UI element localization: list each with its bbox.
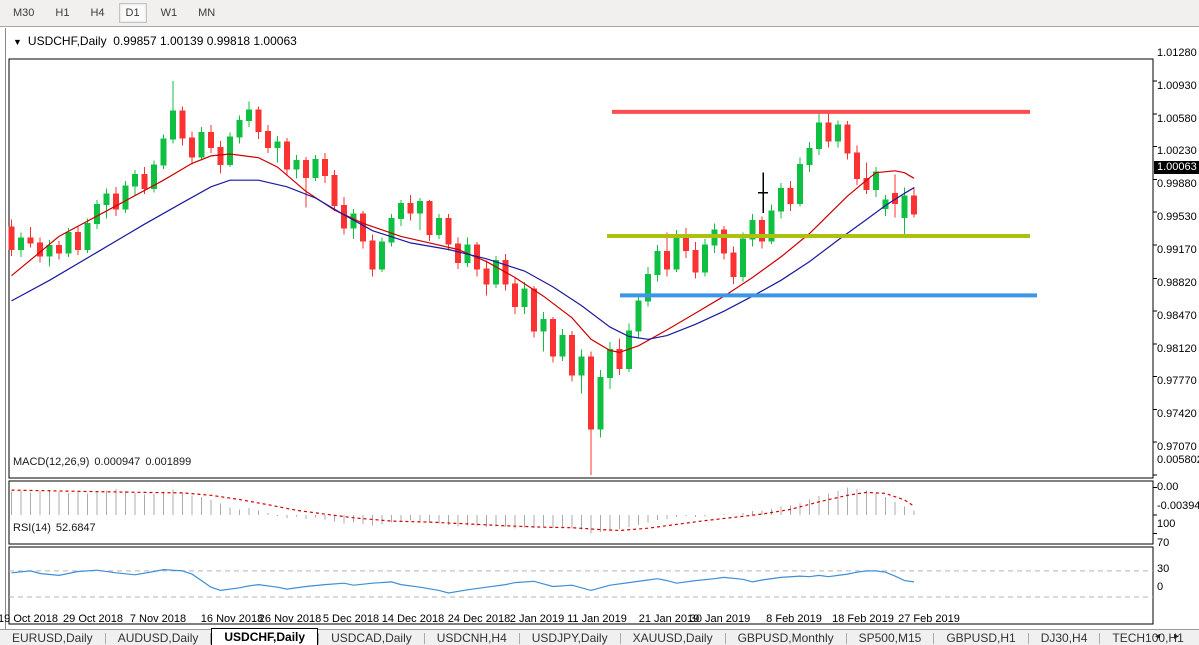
date-axis-label: 5 Dec 2018 — [323, 613, 379, 625]
rsi-axis-label: 0 — [1157, 581, 1163, 593]
chart-title: ▼ USDCHF,Daily 0.99857 1.00139 0.99818 1.… — [13, 34, 297, 48]
window-left-edge — [5, 28, 6, 629]
rsi-indicator-label: RSI(14) 52.6847 — [13, 522, 101, 534]
rsi-name: RSI(14) — [13, 522, 51, 534]
trading-platform-window: M30 H1 H4 D1 W1 MN ▼ USDCHF,Daily 0.99857 1.00… — [0, 0, 1199, 645]
chart-window[interactable] — [0, 28, 1199, 629]
macd-indicator-label: MACD(12,26,9) 0.000947 0.001899 — [13, 456, 196, 468]
timeframe-button-d1[interactable]: D1 — [119, 3, 147, 23]
price-axis-label: 0.97770 — [1157, 375, 1197, 387]
rsi-axis-label: 30 — [1157, 563, 1169, 575]
tab-scroll-right-icon[interactable]: ▸ — [1174, 631, 1193, 642]
chart-tab-gbpusd-h1[interactable]: GBPUSD,H1 — [934, 630, 1027, 645]
timeframe-button-mn[interactable]: MN — [191, 3, 222, 23]
date-axis-label: 26 Nov 2018 — [259, 613, 321, 625]
chart-tab-usdcnh-h4[interactable]: USDCNH,H4 — [425, 630, 519, 645]
macd-histogram — [12, 488, 915, 534]
chart-symbol-label: USDCHF,Daily — [28, 34, 107, 48]
timeframe-button-w1[interactable]: W1 — [154, 3, 185, 23]
chart-tab-sp500-m15[interactable]: SP500,M15 — [847, 630, 934, 645]
timeframe-button-h1[interactable]: H1 — [48, 3, 76, 23]
cross-marker — [758, 173, 768, 213]
chart-tab-usdjpy-daily[interactable]: USDJPY,Daily — [520, 630, 620, 645]
date-axis-label: 2 Jan 2019 — [510, 613, 564, 625]
tab-scroll-arrows: ◂▸ — [1155, 631, 1193, 642]
candles-group — [9, 81, 917, 475]
date-axis-label: 18 Feb 2019 — [832, 613, 894, 625]
chart-collapse-icon[interactable]: ▼ — [13, 37, 22, 47]
tab-scroll-left-icon[interactable]: ◂ — [1155, 631, 1174, 642]
macd-axis-label: -0.003945 — [1157, 500, 1199, 512]
macd-axis-label: 0.005802 — [1157, 454, 1199, 466]
chart-ohlc-values: 0.99857 1.00139 0.99818 1.00063 — [113, 34, 297, 48]
price-axis-label: 0.99530 — [1157, 211, 1197, 223]
rsi-value: 52.6847 — [56, 522, 96, 534]
date-axis-label: 24 Dec 2018 — [448, 613, 510, 625]
rsi-line — [12, 570, 915, 593]
price-axis-label: 1.00930 — [1157, 80, 1197, 92]
price-axis-label: 0.98120 — [1157, 343, 1197, 355]
timeframe-button-h4[interactable]: H4 — [83, 3, 111, 23]
timeframe-button-m30[interactable]: M30 — [6, 3, 41, 23]
date-axis-label: 14 Dec 2018 — [382, 613, 444, 625]
chart-tab-usdchf-daily[interactable]: USDCHF,Daily — [211, 628, 318, 645]
date-axis-label: 29 Oct 2018 — [63, 613, 123, 625]
price-axis-label: 0.97070 — [1157, 441, 1197, 453]
date-axis-label: 30 Jan 2019 — [690, 613, 751, 625]
date-axis-label: 7 Nov 2018 — [130, 613, 186, 625]
price-axis-label: 1.01280 — [1157, 47, 1197, 59]
date-axis-label: 16 Nov 2018 — [201, 613, 263, 625]
macd-name: MACD(12,26,9) — [13, 456, 89, 468]
macd-main-value: 0.000947 — [94, 456, 140, 468]
date-axis-label: 11 Jan 2019 — [567, 613, 627, 625]
price-axis-label: 0.98820 — [1157, 277, 1197, 289]
chart-tab-xauusd-daily[interactable]: XAUUSD,Daily — [621, 630, 725, 645]
chart-tab-eurusd-daily[interactable]: EURUSD,Daily — [0, 630, 105, 645]
symbol-tab-bar: EURUSD,DailyAUDUSD,DailyUSDCHF,DailyUSDC… — [0, 629, 1199, 645]
current-price-tag: 1.00063 — [1154, 161, 1199, 174]
macd-signal-line — [12, 490, 915, 530]
date-axis-label: 19 Oct 2018 — [0, 613, 58, 625]
price-axis-label: 1.00580 — [1157, 113, 1197, 125]
price-axis-label: 0.99170 — [1157, 244, 1197, 256]
price-axis-label: 0.99880 — [1157, 178, 1197, 190]
rsi-axis-label: 70 — [1157, 537, 1169, 549]
price-axis-label: 1.00230 — [1157, 145, 1197, 157]
price-axis-label: 0.98470 — [1157, 310, 1197, 322]
chart-tab-usdcad-daily[interactable]: USDCAD,Daily — [319, 630, 424, 645]
chart-tab-dj30-h4[interactable]: DJ30,H4 — [1029, 630, 1100, 645]
chart-tab-gbpusd-monthly[interactable]: GBPUSD,Monthly — [726, 630, 846, 645]
chart-canvas[interactable] — [0, 28, 1199, 645]
price-axis-label: 0.97420 — [1157, 408, 1197, 420]
macd-axis-label: 0.00 — [1157, 481, 1178, 493]
rsi-axis-label: 100 — [1157, 518, 1175, 530]
date-axis-label: 27 Feb 2019 — [898, 613, 960, 625]
macd-signal-value: 0.001899 — [145, 456, 191, 468]
macd-panel-frame — [9, 481, 1153, 544]
date-axis-label: 8 Feb 2019 — [766, 613, 822, 625]
chart-tab-audusd-daily[interactable]: AUDUSD,Daily — [106, 630, 211, 645]
timeframe-toolbar: M30 H1 H4 D1 W1 MN — [0, 0, 1199, 27]
